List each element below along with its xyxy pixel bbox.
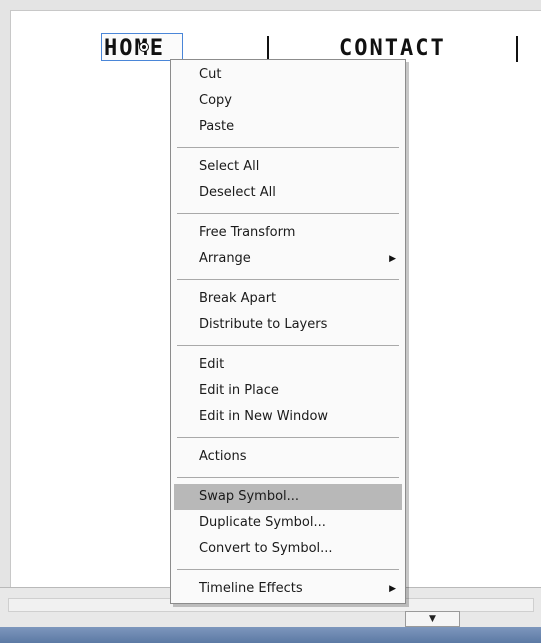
menu-item-label: Duplicate Symbol... xyxy=(199,515,326,530)
submenu-arrow-icon: ▶ xyxy=(389,254,396,264)
menu-item-label: Swap Symbol... xyxy=(199,489,300,504)
menu-item-timeline-effects[interactable]: Timeline Effects ▶ xyxy=(171,576,405,602)
menu-item-break-apart[interactable]: Break Apart xyxy=(171,286,405,312)
menu-item-select-all[interactable]: Select All xyxy=(171,154,405,180)
menu-item-edit-in-new-window[interactable]: Edit in New Window xyxy=(171,404,405,430)
menu-item-copy[interactable]: Copy xyxy=(171,88,405,114)
menu-item-paste[interactable]: Paste xyxy=(171,114,405,140)
nav-home-label[interactable]: HOME xyxy=(104,38,165,60)
menu-item-actions[interactable]: Actions xyxy=(171,444,405,470)
menu-separator xyxy=(177,477,399,478)
menu-separator xyxy=(177,345,399,346)
menu-item-label: Timeline Effects xyxy=(199,581,303,596)
menu-item-label: Free Transform xyxy=(199,225,296,240)
menu-item-label: Actions xyxy=(199,449,247,464)
menu-item-label: Select All xyxy=(199,159,260,174)
menu-item-label: Arrange xyxy=(199,251,251,266)
status-bar xyxy=(0,627,541,643)
submenu-arrow-icon: ▶ xyxy=(389,584,396,594)
scroll-down-button[interactable]: ▼ xyxy=(405,611,460,627)
menu-item-label: Paste xyxy=(199,119,235,134)
menu-item-duplicate-symbol[interactable]: Duplicate Symbol... xyxy=(171,510,405,536)
menu-item-deselect-all[interactable]: Deselect All xyxy=(171,180,405,206)
menu-separator xyxy=(177,147,399,148)
menu-item-label: Distribute to Layers xyxy=(199,317,328,332)
menu-item-label: Edit xyxy=(199,357,225,372)
menu-separator xyxy=(177,279,399,280)
nav-contact-label[interactable]: CONTACT xyxy=(339,38,446,60)
menu-item-distribute-to-layers[interactable]: Distribute to Layers xyxy=(171,312,405,338)
menu-item-edit-in-place[interactable]: Edit in Place xyxy=(171,378,405,404)
menu-item-label: Copy xyxy=(199,93,232,108)
menu-item-convert-to-symbol[interactable]: Convert to Symbol... xyxy=(171,536,405,562)
menu-separator xyxy=(177,437,399,438)
menu-item-label: Edit in Place xyxy=(199,383,279,398)
menu-item-swap-symbol[interactable]: Swap Symbol... xyxy=(174,484,402,510)
menu-separator xyxy=(177,569,399,570)
menu-item-cut[interactable]: Cut xyxy=(171,62,405,88)
menu-item-label: Break Apart xyxy=(199,291,277,306)
menu-item-label: Cut xyxy=(199,67,222,82)
nav-divider xyxy=(516,36,518,62)
menu-item-label: Convert to Symbol... xyxy=(199,541,333,556)
menu-separator xyxy=(177,213,399,214)
menu-item-label: Edit in New Window xyxy=(199,409,329,424)
menu-item-free-transform[interactable]: Free Transform xyxy=(171,220,405,246)
chevron-down-icon: ▼ xyxy=(429,614,436,624)
context-menu: Cut Copy Paste Select All Deselect All Free T… xyxy=(170,59,406,604)
menu-item-label: Deselect All xyxy=(199,185,276,200)
menu-item-arrange[interactable]: Arrange ▶ xyxy=(171,246,405,272)
menu-item-edit[interactable]: Edit xyxy=(171,352,405,378)
registration-point-icon xyxy=(139,42,149,52)
